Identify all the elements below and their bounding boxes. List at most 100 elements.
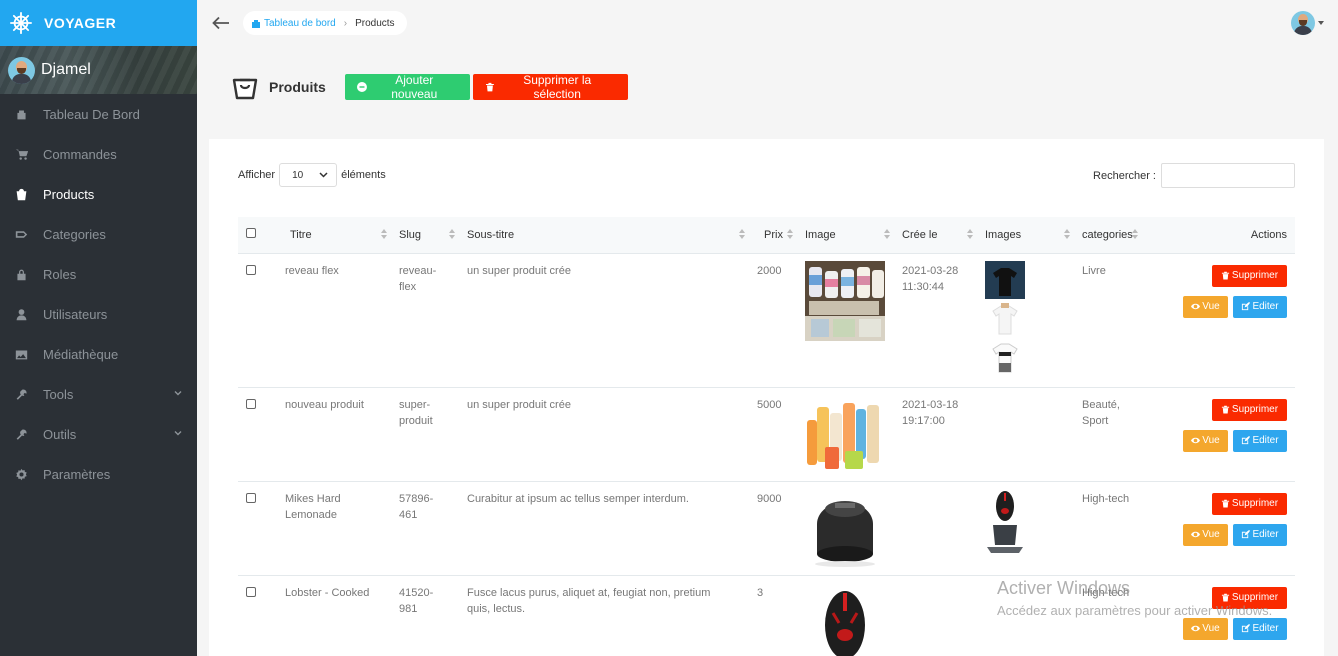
sidebar-item-users[interactable]: Utilisateurs <box>0 294 197 334</box>
view-label: Vue <box>1202 300 1220 312</box>
tag-icon <box>14 227 28 241</box>
breadcrumb: Tableau de bord › Products <box>243 11 407 35</box>
col-label: Images <box>985 228 1022 241</box>
row-checkbox[interactable] <box>246 398 256 409</box>
back-button[interactable] <box>211 13 231 33</box>
row-checkbox[interactable] <box>246 264 256 275</box>
view-button[interactable]: Vue <box>1183 617 1228 640</box>
sort-icon <box>449 229 455 239</box>
select-all-checkbox[interactable] <box>246 228 256 239</box>
breadcrumb-current: Products <box>355 17 395 29</box>
plus-circle-icon <box>356 82 367 92</box>
cell-titre: Lobster - Cooked <box>277 575 391 656</box>
trash-icon <box>1221 593 1230 602</box>
user-menu[interactable] <box>1291 11 1324 35</box>
cell-image <box>797 387 894 482</box>
cell-categories: Livre <box>1074 253 1166 388</box>
row-checkbox[interactable] <box>246 586 256 597</box>
table-row: reveau flex reveau- flex un super produi… <box>238 253 1295 388</box>
product-image <box>985 336 1025 377</box>
sort-icon <box>1132 229 1138 239</box>
bag-icon <box>14 187 28 201</box>
sort-icon <box>1064 229 1070 239</box>
col-label: Prix <box>764 228 783 241</box>
sidebar-item-roles[interactable]: Roles <box>0 254 197 294</box>
cell-image <box>797 575 894 656</box>
person-icon <box>14 307 28 321</box>
delete-button[interactable]: Supprimer <box>1212 264 1287 287</box>
edit-label: Editer <box>1252 528 1279 540</box>
delete-selection-button[interactable]: Supprimer la sélection <box>472 73 628 101</box>
edit-button[interactable]: Editer <box>1233 295 1287 318</box>
eye-icon <box>1191 437 1201 444</box>
cell-categories: Beauté, Sport <box>1074 387 1166 482</box>
sidebar-item-settings[interactable]: Paramètres <box>0 454 197 494</box>
trash-icon <box>1221 499 1230 508</box>
brand-name: VOYAGER <box>44 15 117 31</box>
sidebar-item-label: Roles <box>43 266 77 282</box>
edit-label: Editer <box>1252 434 1279 446</box>
trash-icon <box>1221 271 1230 280</box>
search-label: Rechercher : <box>1093 169 1156 182</box>
col-titre[interactable]: Titre <box>277 217 391 254</box>
breadcrumb-home[interactable]: Tableau de bord <box>251 18 336 29</box>
sidebar-menu: Tableau De Bord Commandes Products Categ… <box>0 94 197 494</box>
sidebar-item-label: Outils <box>43 426 77 442</box>
sidebar-item-tools[interactable]: Tools <box>0 374 197 414</box>
view-button[interactable]: Vue <box>1183 429 1228 452</box>
sidebar-item-label: Utilisateurs <box>43 306 108 322</box>
cell-cree: 2021-03-18 19:17:00 <box>894 387 977 482</box>
row-checkbox[interactable] <box>246 492 256 503</box>
cell-images <box>977 253 1074 388</box>
arrow-left-icon <box>212 16 229 30</box>
brand[interactable]: VOYAGER <box>0 0 197 46</box>
sidebar-item-categories[interactable]: Categories <box>0 214 197 254</box>
user-name: Djamel <box>41 61 91 78</box>
cell-sous-titre: Fusce lacus purus, aliquet at, feugiat n… <box>459 575 749 656</box>
col-actions: Actions <box>1166 217 1295 254</box>
col-label: Image <box>805 228 836 241</box>
sidebar-item-products[interactable]: Products <box>0 174 197 214</box>
chevron-down-icon <box>319 172 328 178</box>
edit-button[interactable]: Editer <box>1233 523 1287 546</box>
delete-button[interactable]: Supprimer <box>1212 398 1287 421</box>
delete-button[interactable]: Supprimer <box>1212 492 1287 515</box>
sidebar-item-media[interactable]: Médiathèque <box>0 334 197 374</box>
user-profile[interactable]: Djamel <box>0 46 197 94</box>
eye-icon <box>1191 625 1201 632</box>
sort-icon <box>739 229 745 239</box>
search-control: Rechercher : <box>1093 163 1295 188</box>
search-input[interactable] <box>1161 163 1295 188</box>
col-categories[interactable]: categories <box>1074 217 1166 254</box>
cell-sous-titre: Curabitur at ipsum ac tellus semper inte… <box>459 481 749 576</box>
cell-slug: reveau- flex <box>391 253 459 388</box>
page-length-select[interactable]: 10 <box>279 163 338 187</box>
col-prix[interactable]: Prix <box>749 217 797 254</box>
col-image[interactable]: Image <box>797 217 894 254</box>
col-sous-titre[interactable]: Sous-titre <box>459 217 749 254</box>
cell-actions: Supprimer Vue Editer <box>1166 387 1295 482</box>
delete-label: Supprimer <box>1231 497 1279 509</box>
view-button[interactable]: Vue <box>1183 523 1228 546</box>
add-new-button[interactable]: Ajouter nouveau <box>344 73 470 101</box>
col-images[interactable]: Images <box>977 217 1074 254</box>
cell-categories: High-tech <box>1074 481 1166 576</box>
edit-icon <box>1242 624 1251 633</box>
view-label: Vue <box>1202 528 1220 540</box>
view-button[interactable]: Vue <box>1183 295 1228 318</box>
sidebar-item-outils[interactable]: Outils <box>0 414 197 454</box>
row-select-cell <box>238 253 277 388</box>
col-label: Actions <box>1250 228 1287 241</box>
sidebar-item-dashboard[interactable]: Tableau De Bord <box>0 94 197 134</box>
col-cree[interactable]: Crée le <box>894 217 977 254</box>
delete-button[interactable]: Supprimer <box>1212 586 1287 609</box>
product-image <box>985 260 1025 301</box>
product-image <box>805 394 885 475</box>
sidebar-item-orders[interactable]: Commandes <box>0 134 197 174</box>
edit-button[interactable]: Editer <box>1233 617 1287 640</box>
col-slug[interactable]: Slug <box>391 217 459 254</box>
cell-categories: High-tech <box>1074 575 1166 656</box>
cell-images <box>977 575 1074 656</box>
cell-cree: 2021-03-28 11:30:44 <box>894 253 977 388</box>
edit-button[interactable]: Editer <box>1233 429 1287 452</box>
